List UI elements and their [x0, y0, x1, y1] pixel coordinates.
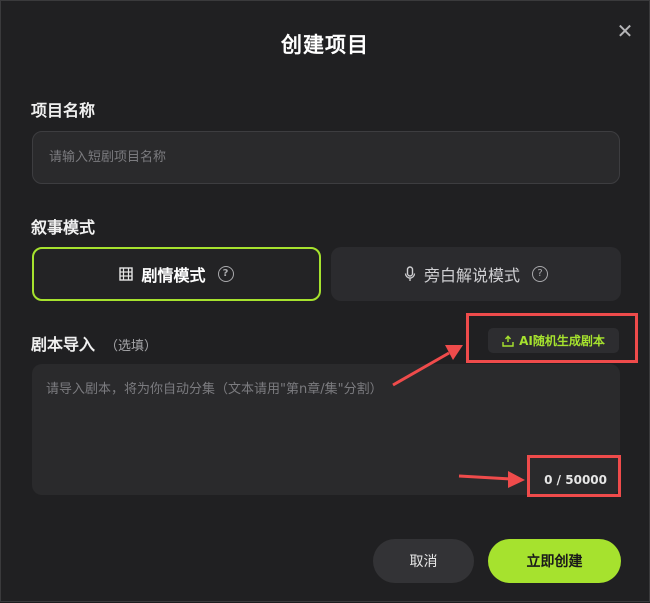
ai-generate-script-button[interactable]: AI随机生成剧本: [488, 328, 619, 353]
mode-narration-label: 旁白解说模式: [423, 266, 520, 285]
film-icon: [119, 267, 134, 281]
annotation-arrows: [392, 345, 525, 488]
character-counter: 0 / 50000: [544, 473, 607, 487]
optional-hint: （选填）: [105, 339, 158, 354]
ai-generate-label: AI随机生成剧本: [519, 334, 605, 348]
project-name-input[interactable]: [47, 149, 605, 166]
microphone-icon: [404, 266, 416, 281]
mode-plot-label: 剧情模式: [141, 266, 206, 285]
help-icon[interactable]: ?: [532, 266, 548, 282]
script-import-title: 剧本导入: [31, 335, 96, 354]
mode-plot-button[interactable]: 剧情模式 ?: [32, 247, 321, 301]
create-project-dialog: ✕ 创建项目 项目名称 叙事模式 剧情模式 ? 旁白解说模式 ? 剧本导入（选填…: [0, 0, 650, 602]
script-textarea-field[interactable]: 0 / 50000: [32, 364, 620, 495]
narrative-mode-label: 叙事模式: [31, 218, 96, 237]
script-import-label: 剧本导入 （选填）: [31, 331, 157, 355]
mode-narration-button[interactable]: 旁白解说模式 ?: [331, 247, 621, 301]
dialog-title: 创建项目: [281, 33, 369, 57]
project-name-field[interactable]: [32, 131, 620, 184]
script-textarea[interactable]: [44, 376, 608, 460]
cancel-button[interactable]: 取消: [373, 539, 474, 583]
project-name-label: 项目名称: [31, 101, 96, 120]
create-now-button[interactable]: 立即创建: [488, 539, 621, 583]
help-icon[interactable]: ?: [217, 266, 234, 282]
upload-icon: [502, 334, 514, 347]
